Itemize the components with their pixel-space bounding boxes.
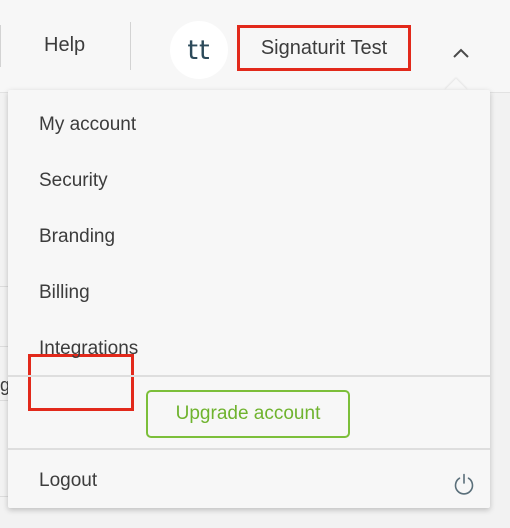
menu-item-integrations[interactable]: Integrations [39,338,138,360]
user-dropdown-menu: My account Security Branding Billing Int… [8,90,490,508]
background-divider [0,286,8,287]
menu-item-billing[interactable]: Billing [39,282,90,304]
menu-item-security[interactable]: Security [39,170,108,192]
menu-item-branding[interactable]: Branding [39,226,115,248]
top-bar: Help tt Signaturit Test [0,0,510,93]
menu-item-logout[interactable]: Logout [39,470,97,492]
help-link[interactable]: Help [44,34,85,57]
billing-highlight [28,354,134,411]
divider [130,22,131,70]
background-divider [0,496,8,497]
user-name-button[interactable]: Signaturit Test [237,25,411,71]
chevron-up-icon[interactable] [450,42,472,64]
divider [8,448,490,450]
background-divider [0,400,8,401]
avatar[interactable]: tt [170,21,228,79]
menu-item-my-account[interactable]: My account [39,114,136,136]
upgrade-account-button[interactable]: Upgrade account [146,390,350,438]
divider [8,375,490,377]
background-divider [0,346,8,347]
divider [0,25,1,67]
power-icon[interactable] [452,472,476,496]
